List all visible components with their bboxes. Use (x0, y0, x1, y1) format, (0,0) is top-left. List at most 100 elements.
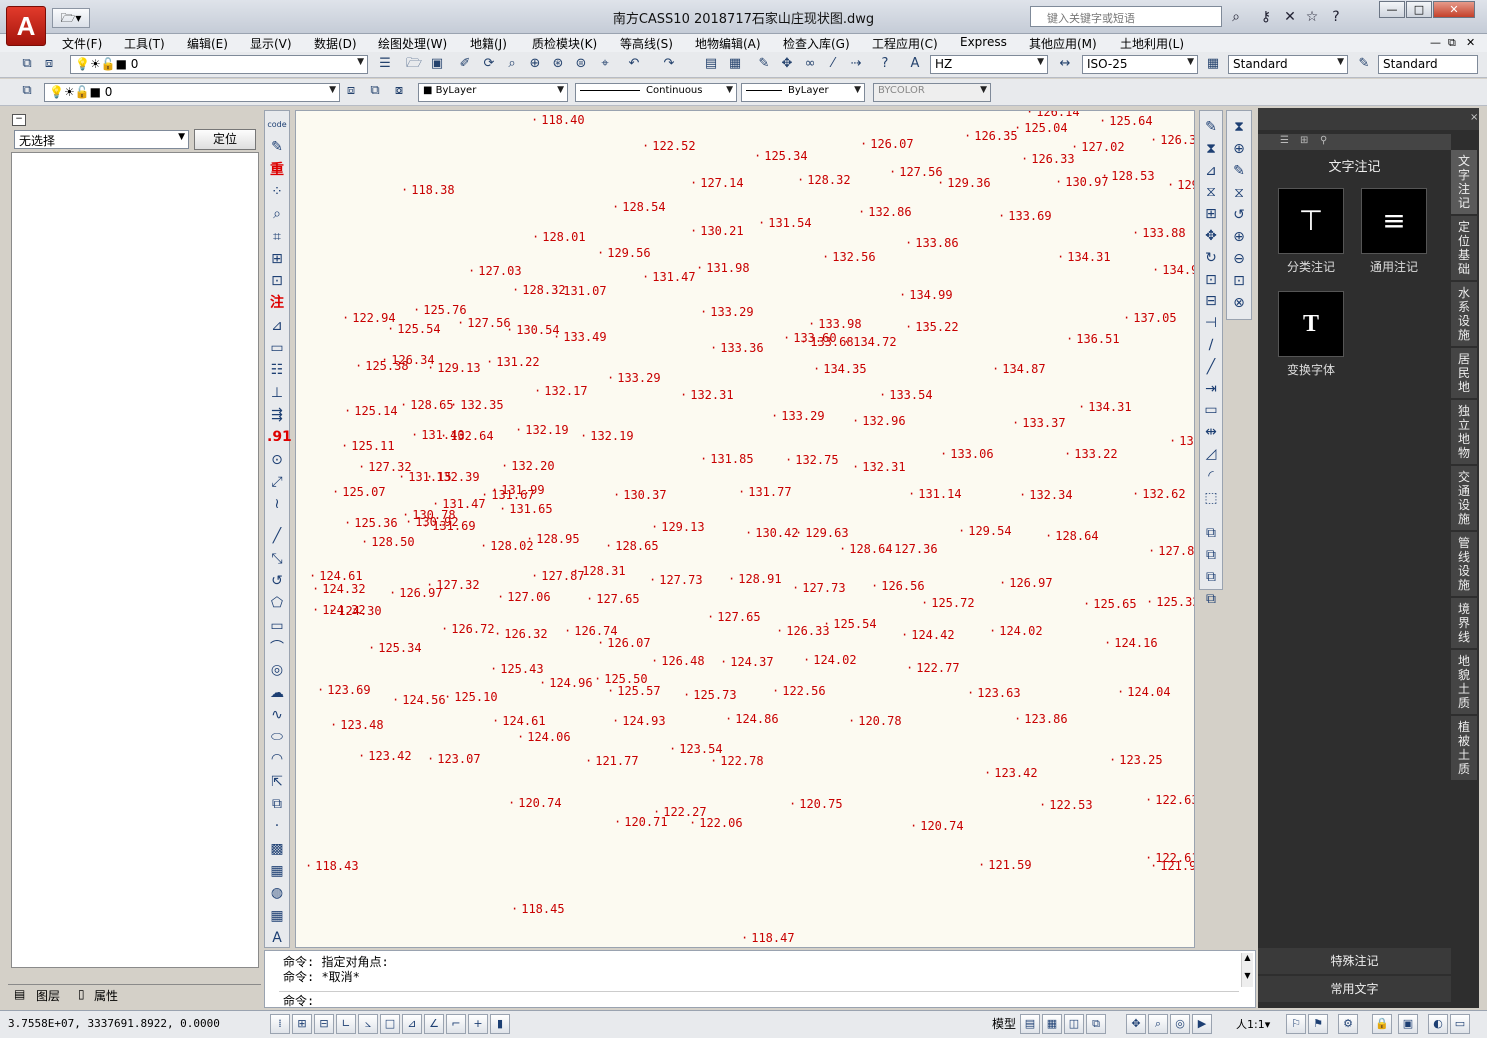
elevation-point[interactable]: 132.19 (515, 423, 568, 437)
snap-icon[interactable]: ⊞ (292, 1014, 312, 1034)
elevation-point[interactable]: 134.35 (813, 362, 866, 376)
menu-feature-edit[interactable]: 地物编辑(A) (695, 35, 761, 52)
elevation-point[interactable]: 134.97 (1152, 263, 1194, 277)
search-input[interactable]: 键入关键字或短语 (1030, 6, 1222, 27)
elevation-point[interactable]: 125.72 (921, 596, 974, 610)
elevation-point[interactable]: 128.54 (612, 200, 665, 214)
modify-tool-icon[interactable]: ⧉ (1201, 567, 1221, 587)
elevation-point[interactable]: 131.69 (422, 519, 475, 533)
elevation-point[interactable]: 133 (1169, 434, 1194, 448)
comb-icon[interactable]: ⊥ (267, 383, 287, 403)
elevation-point[interactable]: 133.69 (998, 209, 1051, 223)
menu-other[interactable]: 其他应用(M) (1029, 35, 1097, 52)
palette-tab[interactable]: 植被土质 (1451, 716, 1477, 781)
layer-previous-icon[interactable]: ⧉ (366, 82, 384, 100)
elevation-point[interactable]: 135.22 (905, 320, 958, 334)
command-input[interactable]: 命令: (279, 991, 1239, 1008)
link-icon[interactable]: ∞ (801, 55, 819, 73)
elevation-point[interactable]: 124.86 (725, 712, 778, 726)
hatch-icon[interactable]: ▩ (267, 839, 287, 859)
elevation-point[interactable]: 120.74 (508, 796, 561, 810)
elevation-point[interactable]: 124.32 (312, 582, 365, 596)
view-tool-icon[interactable]: ⊕ (1229, 139, 1249, 159)
xline-icon[interactable]: ⤡ (267, 549, 287, 569)
match-layer-icon[interactable]: ☰ (376, 55, 394, 73)
rect-icon[interactable]: ▭ (267, 338, 287, 358)
elevation-point[interactable]: 127.56 (457, 316, 510, 330)
clean-screen-icon[interactable]: ▭ (1450, 1014, 1470, 1034)
elevation-point[interactable]: 125.36 (344, 516, 397, 530)
elevation-point[interactable]: 125.65 (1083, 597, 1136, 611)
elevation-point[interactable]: 128.32 (797, 173, 850, 187)
model-tab[interactable]: 模型 (992, 1015, 1016, 1032)
elevation-point[interactable]: 123.48 (330, 718, 383, 732)
layer-states-icon[interactable]: ⧇ (390, 82, 408, 100)
elevation-point[interactable]: 125.64 (1099, 114, 1152, 128)
elevation-point[interactable]: 122.06 (689, 816, 742, 830)
find-icon[interactable]: ⌖ (596, 55, 614, 73)
elevation-point[interactable]: 125.07 (332, 485, 385, 499)
grid-view-icon[interactable]: ⊞ (1300, 135, 1308, 146)
elevation-point[interactable]: 133.29 (607, 371, 660, 385)
elevation-point[interactable]: 120.75 (789, 797, 842, 811)
elevation-point[interactable]: 122.56 (772, 684, 825, 698)
open-icon[interactable]: 🗁 (405, 55, 423, 73)
ducs-icon[interactable]: ⌐ (446, 1014, 466, 1034)
list-view-icon[interactable]: ☰ (1280, 135, 1289, 146)
elevation-point[interactable]: 126.14 (1026, 111, 1079, 119)
modify-tool-icon[interactable]: ⇹ (1201, 422, 1221, 442)
elevation-point[interactable]: 123.25 (1109, 753, 1162, 767)
elevation-point[interactable]: 127.73 (649, 573, 702, 587)
elevation-point[interactable]: 128.91 (728, 572, 781, 586)
elevation-point[interactable]: 125.57 (607, 684, 660, 698)
elevation-point[interactable]: 121.96 (1150, 859, 1194, 873)
doc-close-button[interactable]: ✕ (1466, 36, 1475, 49)
elevation-point[interactable]: 125.54 (823, 617, 876, 631)
elevation-point[interactable]: 123.42 (358, 749, 411, 763)
elevation-point[interactable]: 134.31 (1078, 400, 1131, 414)
view-tool-icon[interactable]: ⊗ (1229, 293, 1249, 313)
elevation-point[interactable]: 126.07 (597, 636, 650, 650)
help-icon[interactable]: ? (1326, 7, 1346, 27)
pin-icon[interactable]: ⚲ (1320, 135, 1327, 146)
zoom-status-icon[interactable]: ⌕ (1148, 1014, 1168, 1034)
isolate-icon[interactable]: ◐ (1428, 1014, 1448, 1034)
linetype-dropdown[interactable]: Continuous ▼ (575, 83, 737, 102)
elevation-point[interactable]: 123.86 (1014, 712, 1067, 726)
elevation-point[interactable]: 125.04 (1014, 121, 1067, 135)
elevation-point[interactable]: 129.13 (651, 520, 704, 534)
palette-tab[interactable]: 定位基础 (1451, 216, 1477, 281)
tab-layers[interactable]: 图层 (36, 987, 60, 1004)
elevation-point[interactable]: 129.13 (427, 361, 480, 375)
table-icon[interactable]: ▦ (267, 906, 287, 926)
brush-icon[interactable]: ✎ (267, 137, 287, 157)
lock-icon[interactable]: 🔒 (1372, 1014, 1392, 1034)
rail-icon[interactable]: ☷ (267, 360, 287, 380)
modify-tool-icon[interactable]: ╱ (1201, 357, 1221, 377)
exchange-icon[interactable]: ✕ (1280, 7, 1300, 27)
menu-check[interactable]: 检查入库(G) (783, 35, 850, 52)
properties-tab-icon[interactable]: ▯ (78, 987, 85, 1001)
arrow-icon[interactable]: ⤢ (267, 472, 287, 492)
track-icon[interactable]: ⌗ (267, 227, 287, 247)
erase-icon[interactable]: ✐ (456, 55, 474, 73)
dim-style-icon[interactable]: ↔ (1056, 55, 1074, 73)
elevation-point[interactable]: 136.51 (1066, 332, 1119, 346)
steering-wheel-icon[interactable]: ◎ (1170, 1014, 1190, 1034)
code-icon[interactable]: code (267, 115, 287, 135)
elevation-point[interactable]: 123.07 (427, 752, 480, 766)
menu-contour[interactable]: 等高线(S) (620, 35, 673, 52)
elevation-point[interactable]: 126.56 (871, 579, 924, 593)
modify-tool-icon[interactable]: ⊟ (1201, 291, 1221, 311)
elevation-point[interactable]: 127.06 (497, 590, 550, 604)
spline-icon[interactable]: ∿ (267, 705, 287, 725)
zoom-icon[interactable]: ⌕ (503, 55, 521, 73)
elevation-point[interactable]: 131.67 (481, 488, 534, 502)
elevation-point[interactable]: 126.72 (441, 622, 494, 636)
elevation-point[interactable]: 125.34 (754, 149, 807, 163)
elevation-point[interactable]: 131.85 (700, 452, 753, 466)
elevation-point[interactable]: 127.73 (792, 581, 845, 595)
elevation-point[interactable]: 132.75 (785, 453, 838, 467)
quick-view-icon[interactable]: ▦ (1042, 1014, 1062, 1034)
selection-dropdown[interactable]: 无选择 ▼ (14, 130, 189, 149)
